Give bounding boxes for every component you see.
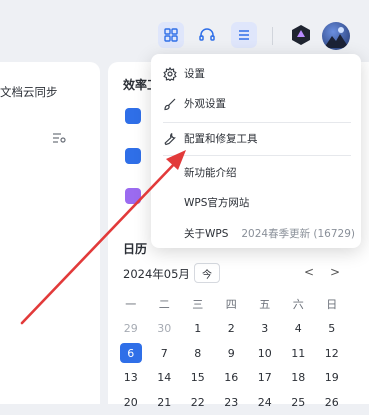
- calendar-day[interactable]: 29: [114, 317, 148, 342]
- calendar-day[interactable]: 23: [215, 390, 249, 415]
- top-toolbar: [0, 0, 369, 62]
- calendar-day[interactable]: 10: [248, 341, 282, 366]
- calendar-day[interactable]: 25: [282, 390, 316, 415]
- today-button[interactable]: 今: [194, 263, 220, 283]
- calendar-day[interactable]: 3: [248, 317, 282, 342]
- menu-item-label: 外观设置: [184, 97, 226, 110]
- app-icon-1[interactable]: [125, 108, 141, 124]
- calendar-day[interactable]: 24: [248, 390, 282, 415]
- menu-icon[interactable]: [231, 22, 257, 48]
- menu-item-official-site[interactable]: WPS官方网站: [151, 188, 361, 216]
- calendar-day[interactable]: 26: [315, 390, 349, 415]
- toolbar-divider: [272, 27, 273, 45]
- menu-item-about[interactable]: 关于WPS 2024春季更新 (16729): [151, 219, 361, 247]
- cloud-sync-label: 文档云同步: [0, 85, 58, 99]
- calendar-day[interactable]: 15: [181, 366, 215, 391]
- calendar-day[interactable]: 18: [282, 366, 316, 391]
- weekday-label: 三: [192, 298, 204, 312]
- calendar-day[interactable]: 19: [315, 366, 349, 391]
- calendar-day[interactable]: 30: [148, 317, 182, 342]
- main-menu-dropdown: 设置 外观设置 配置和修复工具 新功能介绍 WPS官方网站 关于WPS 2024…: [151, 54, 361, 248]
- app-icon-2[interactable]: [125, 148, 141, 164]
- calendar-day[interactable]: 1: [181, 317, 215, 342]
- prev-month-button[interactable]: <: [304, 265, 314, 279]
- calendar-day[interactable]: 17: [248, 366, 282, 391]
- menu-divider: [163, 155, 351, 156]
- weekday-label: 五: [259, 298, 271, 312]
- menu-divider: [163, 122, 351, 123]
- calendar-day[interactable]: 14: [148, 366, 182, 391]
- calendar-day[interactable]: 12: [315, 341, 349, 366]
- selected-day-label: 6: [119, 343, 142, 364]
- weekday-label: 一: [125, 298, 137, 312]
- app-icon-3[interactable]: [125, 188, 141, 204]
- brush-icon: [163, 96, 177, 111]
- weekday-label: 六: [292, 298, 304, 312]
- calendar-day[interactable]: 4: [282, 317, 316, 342]
- menu-item-label: 关于WPS: [184, 227, 229, 240]
- weekday-label: 日: [326, 298, 338, 312]
- version-label: 2024春季更新 (16729): [241, 227, 355, 240]
- next-month-button[interactable]: >: [330, 265, 340, 279]
- grid-icon[interactable]: [158, 22, 184, 48]
- menu-item-appearance[interactable]: 外观设置: [151, 89, 361, 117]
- weekday-label: 四: [225, 298, 237, 312]
- calendar-grid: 一 二 三 四 五 六 日 29 30 1 2 3 4 5 6 7 8 9 10…: [114, 292, 349, 415]
- filter-icon[interactable]: [52, 132, 66, 147]
- wrench-icon: [163, 131, 177, 146]
- menu-item-whats-new[interactable]: 新功能介绍: [151, 158, 361, 186]
- calendar-day[interactable]: 21: [148, 390, 182, 415]
- calendar-day[interactable]: 7: [148, 341, 182, 366]
- weekday-label: 二: [158, 298, 170, 312]
- menu-item-settings[interactable]: 设置: [151, 59, 361, 87]
- calendar-day[interactable]: 8: [181, 341, 215, 366]
- calendar-day[interactable]: 5: [315, 317, 349, 342]
- calendar-day[interactable]: 9: [215, 341, 249, 366]
- menu-item-label: 设置: [184, 67, 205, 80]
- calendar-day[interactable]: 22: [181, 390, 215, 415]
- menu-item-label: 配置和修复工具: [184, 132, 258, 145]
- avatar[interactable]: [322, 22, 350, 50]
- headset-icon[interactable]: [194, 22, 220, 48]
- menu-item-repair-tool[interactable]: 配置和修复工具: [151, 124, 361, 152]
- menu-item-label: WPS官方网站: [184, 196, 250, 209]
- menu-item-label: 新功能介绍: [184, 166, 237, 179]
- gear-icon: [163, 66, 177, 82]
- left-panel: 文档云同步: [0, 62, 100, 404]
- calendar-day[interactable]: 20: [114, 390, 148, 415]
- calendar-day[interactable]: 16: [215, 366, 249, 391]
- calendar-day-selected[interactable]: 6: [114, 341, 148, 366]
- calendar-day[interactable]: 13: [114, 366, 148, 391]
- calendar-month-label: 2024年05月: [123, 267, 190, 281]
- calendar-day[interactable]: 11: [282, 341, 316, 366]
- badge-icon[interactable]: [290, 24, 312, 46]
- calendar-title: 日历: [123, 242, 148, 256]
- calendar-day[interactable]: 2: [215, 317, 249, 342]
